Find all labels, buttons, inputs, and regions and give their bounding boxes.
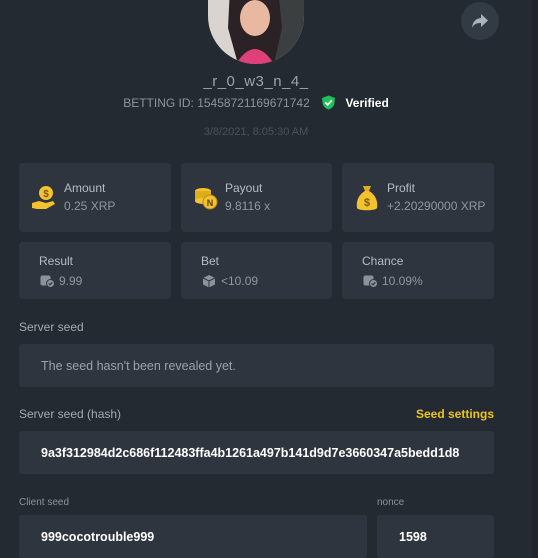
client-seed-field[interactable]: 999cocotrouble999 [19,515,367,558]
bet-label: Bet [201,254,220,268]
bet-value: <10.09 [221,274,259,288]
result-label: Result [39,254,74,268]
server-seed-field: The seed hasn't been revealed yet. [19,344,494,387]
amount-card: $ Amount 0.25 XRP [19,163,171,232]
payout-value: 9.8116 x [225,199,271,213]
profit-label: Profit [387,181,416,195]
chance-label: Chance [362,254,404,268]
nonce-label: nonce [377,497,405,508]
dice-check-icon [40,275,55,288]
svg-text:$: $ [364,197,370,209]
betting-id-row: BETTING ID: 15458721169671742 Verified [0,95,512,110]
username: _r_0_w3_n_4_ [203,73,309,90]
check-shield-icon [322,95,336,110]
server-seed-hash-label: Server seed (hash) [19,407,122,421]
server-seed-hash-field[interactable]: 9a3f312984d2c686f112483ffa4b1261a497b141… [19,431,494,474]
payout-card: N Payout 9.8116 x [181,163,332,232]
chance-card: Chance 10.09% [342,242,494,299]
money-bag-icon: $ [356,186,378,211]
profit-value: +2.20290000 XRP [387,199,486,213]
verified-label: Verified [345,96,389,110]
payout-label: Payout [225,181,263,195]
seed-settings-link[interactable]: Seed settings [416,407,494,421]
svg-text:N: N [207,198,214,208]
amount-label: Amount [64,181,106,195]
amount-value: 0.25 XRP [64,199,116,213]
result-value: 9.99 [59,274,83,288]
svg-text:$: $ [43,189,49,200]
client-seed-label: Client seed [19,497,70,508]
bet-date: 3/8/2021, 8:05:30 AM [203,126,309,138]
profit-card: $ Profit +2.20290000 XRP [342,163,494,232]
scrollbar[interactable] [532,0,538,558]
share-button[interactable] [461,2,499,40]
chance-value: 10.09% [382,274,423,288]
bet-card: Bet <10.09 [181,242,332,299]
betting-id: BETTING ID: 15458721169671742 [123,96,310,110]
result-card: Result 9.99 [19,242,171,299]
share-icon [472,14,488,28]
money-hand-icon: $ [32,186,55,209]
dice-check-icon [363,275,378,288]
coins-icon: N [195,188,218,210]
server-seed-label: Server seed [19,320,84,334]
avatar [208,0,304,64]
nonce-field[interactable]: 1598 [377,515,494,558]
cube-icon [202,275,216,288]
